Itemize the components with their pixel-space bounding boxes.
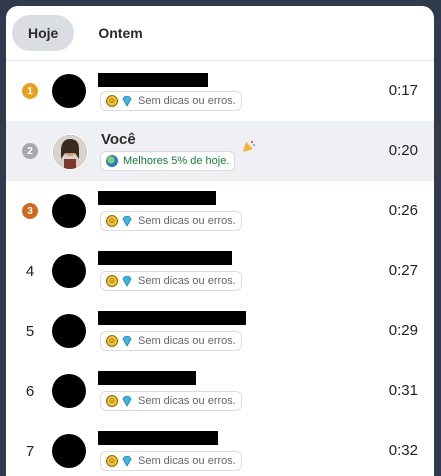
status-badge: ☺ Sem dicas ou erros.	[100, 391, 242, 411]
avatar	[52, 434, 86, 468]
leaderboard-row[interactable]: 5 ☺ Sem dicas ou erros. 0:29	[6, 301, 434, 361]
gem-icon	[122, 276, 132, 287]
status-badge: ☺ Sem dicas ou erros.	[100, 91, 242, 111]
gold-medal-icon: 1	[22, 83, 38, 99]
rank: 7	[25, 442, 35, 460]
rank: 1	[22, 83, 38, 99]
smile-icon: ☺	[106, 455, 118, 467]
gem-icon	[122, 336, 132, 347]
gem-icon	[122, 96, 132, 107]
gem-icon	[122, 456, 132, 467]
leaderboard-row[interactable]: 3 ☺ Sem dicas ou erros. 0:26	[6, 181, 434, 241]
bronze-medal-icon: 3	[22, 203, 38, 219]
time: 0:29	[388, 322, 418, 339]
rank: 3	[22, 203, 38, 219]
redacted-name	[98, 371, 196, 385]
status-badge: ☺ Sem dicas ou erros.	[100, 211, 242, 231]
time: 0:26	[388, 202, 418, 219]
smile-icon: ☺	[106, 95, 118, 107]
tab-bar: Hoje Ontem	[6, 6, 434, 61]
leaderboard-row[interactable]: 6 ☺ Sem dicas ou erros. 0:31	[6, 361, 434, 421]
redacted-name	[98, 251, 232, 265]
badge-text: Melhores 5% de hoje.	[123, 155, 230, 167]
redacted-name	[98, 191, 216, 205]
leaderboard-row[interactable]: 7 ☺ Sem dicas ou erros. 0:32	[6, 421, 434, 476]
badge-text: Sem dicas ou erros.	[138, 395, 236, 407]
silver-medal-icon: 2	[22, 143, 38, 159]
avatar	[52, 134, 88, 170]
smile-icon: ☺	[106, 275, 118, 287]
rank: 2	[22, 143, 38, 159]
badge-text: Sem dicas ou erros.	[138, 275, 236, 287]
leaderboard-row-self[interactable]: 2 Você Melhores 5% de hoje. 0:20	[6, 121, 434, 181]
party-flag-icon	[243, 140, 255, 152]
tab-yesterday[interactable]: Ontem	[82, 15, 158, 51]
smile-icon: ☺	[106, 335, 118, 347]
gem-icon	[122, 396, 132, 407]
smile-icon: ☺	[106, 215, 118, 227]
rank: 4	[25, 262, 35, 280]
time: 0:20	[388, 142, 418, 159]
status-badge: ☺ Sem dicas ou erros.	[100, 271, 242, 291]
globe-icon	[106, 155, 118, 167]
redacted-name	[98, 431, 218, 445]
avatar	[52, 314, 86, 348]
rank: 6	[25, 382, 35, 400]
badge-text: Sem dicas ou erros.	[138, 95, 236, 107]
redacted-name	[98, 311, 246, 325]
time: 0:31	[388, 382, 418, 399]
gem-icon	[122, 216, 132, 227]
leaderboard-row[interactable]: 4 ☺ Sem dicas ou erros. 0:27	[6, 241, 434, 301]
status-badge: Melhores 5% de hoje.	[100, 151, 236, 171]
leaderboard-row[interactable]: 1 ☺ Sem dicas ou erros. 0:17	[6, 61, 434, 121]
avatar	[52, 254, 86, 288]
avatar	[52, 374, 86, 408]
leaderboard-panel: Hoje Ontem 1 ☺ Sem dicas ou erros. 0:17 …	[6, 6, 434, 476]
redacted-name	[98, 73, 208, 87]
avatar	[52, 74, 86, 108]
user-name: Você	[101, 131, 136, 148]
badge-text: Sem dicas ou erros.	[138, 335, 236, 347]
rank: 5	[25, 322, 35, 340]
time: 0:32	[388, 442, 418, 459]
tab-today[interactable]: Hoje	[12, 15, 75, 51]
badge-text: Sem dicas ou erros.	[138, 215, 236, 227]
time: 0:17	[388, 82, 418, 99]
badge-text: Sem dicas ou erros.	[138, 455, 236, 467]
status-badge: ☺ Sem dicas ou erros.	[100, 451, 242, 471]
avatar	[52, 194, 86, 228]
status-badge: ☺ Sem dicas ou erros.	[100, 331, 242, 351]
smile-icon: ☺	[106, 395, 118, 407]
time: 0:27	[388, 262, 418, 279]
